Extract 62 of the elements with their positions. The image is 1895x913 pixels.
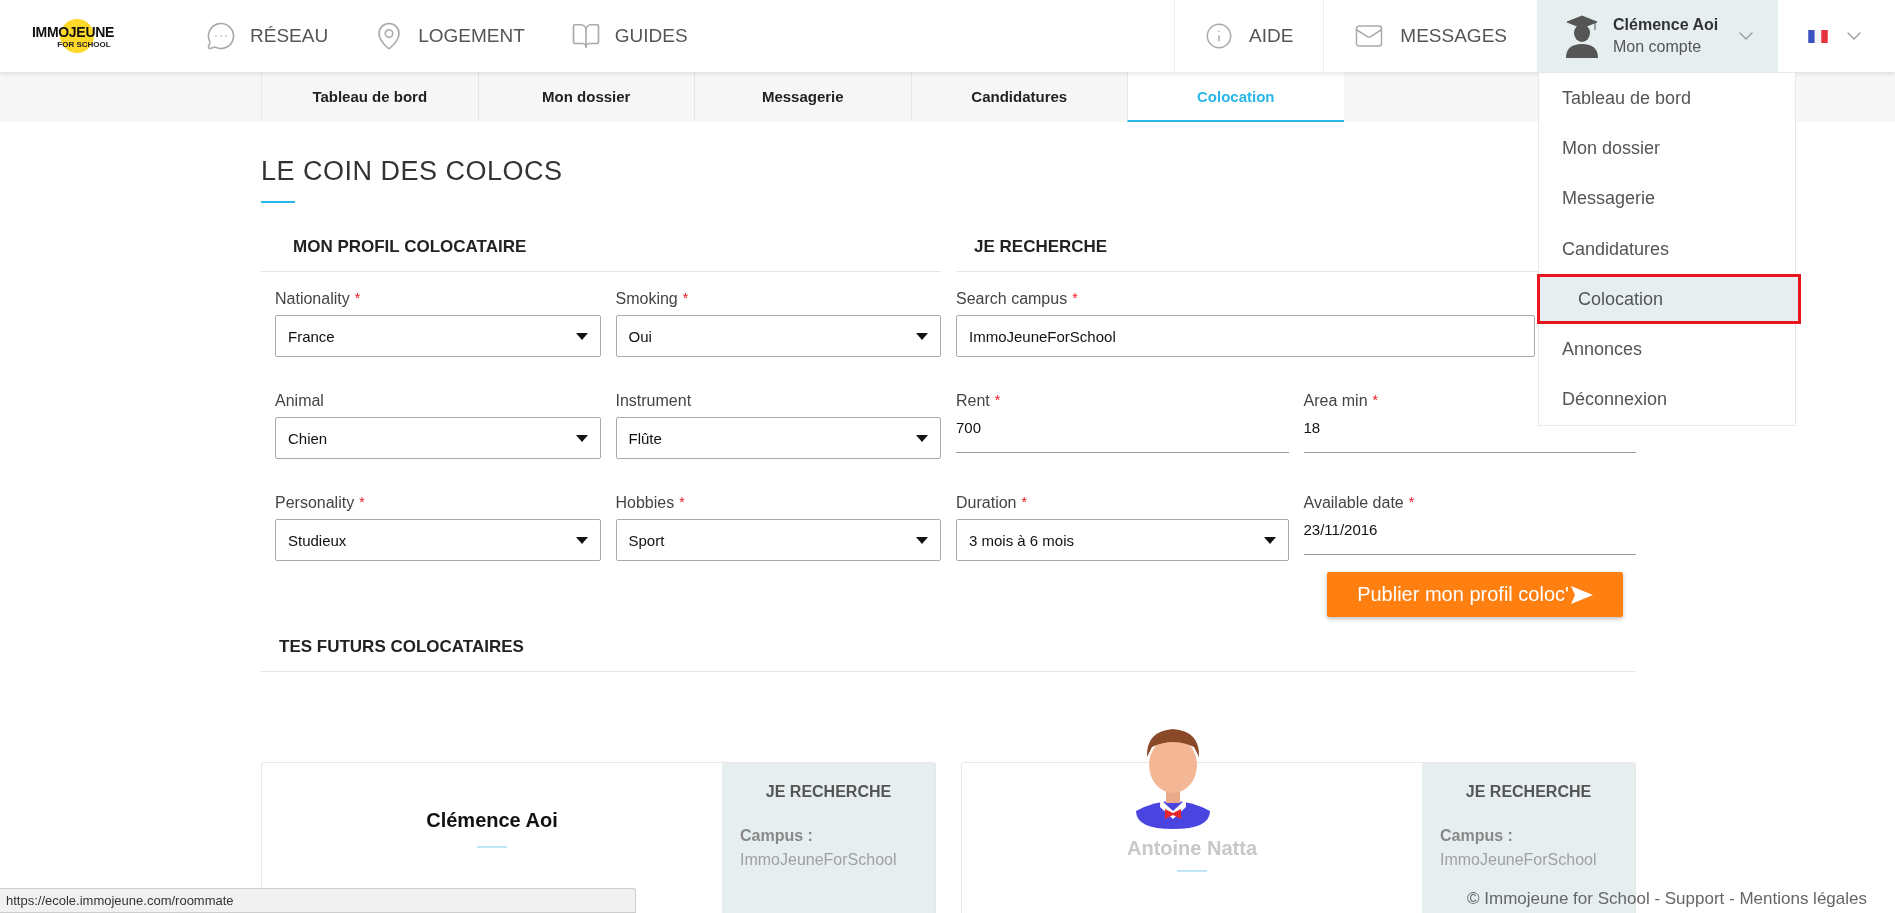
campus-value: ImmoJeuneForSchool — [740, 851, 898, 869]
required-mark: * — [1021, 494, 1027, 510]
nav-link[interactable]: GUIDES — [570, 21, 688, 51]
graduate-icon — [1565, 14, 1599, 58]
nav-link[interactable]: RÉSEAU — [206, 21, 329, 51]
select-field[interactable]: Studieux — [275, 519, 601, 561]
caret-icon — [1263, 536, 1276, 544]
required-mark: * — [354, 290, 361, 306]
required-mark: * — [994, 392, 1001, 408]
field-label: Personality — [275, 494, 355, 512]
panel-heading: JE RECHERCHE — [764, 783, 893, 801]
roommate-name: Clémence Aoi — [426, 809, 558, 832]
input-field[interactable]: ImmoJeuneForSchool — [956, 315, 1535, 357]
chat-icon — [206, 21, 236, 51]
field-label: Hobbies — [615, 494, 675, 512]
select-field[interactable]: 3 mois à 6 mois — [956, 519, 1289, 561]
select-field[interactable]: Flûte — [615, 417, 941, 459]
select-field[interactable]: Oui — [615, 315, 941, 357]
language-button[interactable] — [1778, 0, 1895, 72]
account-menu-button[interactable]: Clémence Aoi Mon compte — [1537, 0, 1778, 72]
send-icon — [1570, 585, 1593, 604]
select-field[interactable]: France — [275, 315, 601, 357]
caret-icon — [916, 434, 928, 442]
info-icon — [1205, 22, 1233, 50]
required-mark: * — [1072, 290, 1078, 306]
panel-heading: JE RECHERCHE — [1464, 783, 1593, 801]
required-mark: * — [1408, 494, 1415, 510]
caret-icon — [916, 332, 928, 340]
required-mark: * — [679, 494, 685, 510]
campus-label: Campus : — [740, 827, 814, 845]
field-label: Animal — [275, 392, 324, 410]
input-field[interactable]: 23/11/2016 — [1303, 519, 1636, 555]
status-url: https://ecole.immojeune.com/roommate — [0, 888, 636, 913]
select-field[interactable]: Chien — [275, 417, 601, 459]
menu-item[interactable]: Colocation — [1537, 274, 1801, 325]
field-label: Nationality — [275, 290, 350, 308]
field-label: Smoking — [615, 290, 678, 308]
section-heading: TES FUTURS COLOCATAIRES — [261, 637, 1636, 672]
book-icon — [570, 21, 601, 51]
footer-text: © Immojeune for School - Support - Mentions légales — [1467, 889, 1867, 909]
required-mark: * — [359, 494, 365, 510]
page-title: LE COIN DES COLOCS — [261, 156, 564, 187]
field-label: Instrument — [615, 392, 692, 410]
field-label: Area min — [1303, 392, 1368, 410]
field-label: Duration — [956, 494, 1017, 512]
input-field[interactable]: 700 — [956, 417, 1289, 453]
campus-label: Campus : — [1440, 827, 1514, 845]
campus-value: ImmoJeuneForSchool — [1440, 851, 1598, 869]
nav-link[interactable]: LOGEMENT — [374, 21, 525, 51]
section-heading: MON PROFIL COLOCATAIRE — [261, 237, 941, 272]
caret-icon — [575, 332, 588, 340]
caret-icon — [916, 536, 928, 544]
flag-icon — [1807, 29, 1828, 43]
select-field[interactable]: Sport — [615, 519, 941, 561]
field-label: Rent — [956, 392, 990, 410]
field-label: Search campus — [956, 290, 1068, 308]
field-label: Available date — [1303, 494, 1404, 512]
required-mark: * — [1372, 392, 1378, 408]
input-field[interactable]: 18 — [1303, 417, 1636, 453]
caret-icon — [575, 434, 588, 442]
required-mark: * — [682, 290, 689, 306]
caret-icon — [575, 536, 588, 544]
